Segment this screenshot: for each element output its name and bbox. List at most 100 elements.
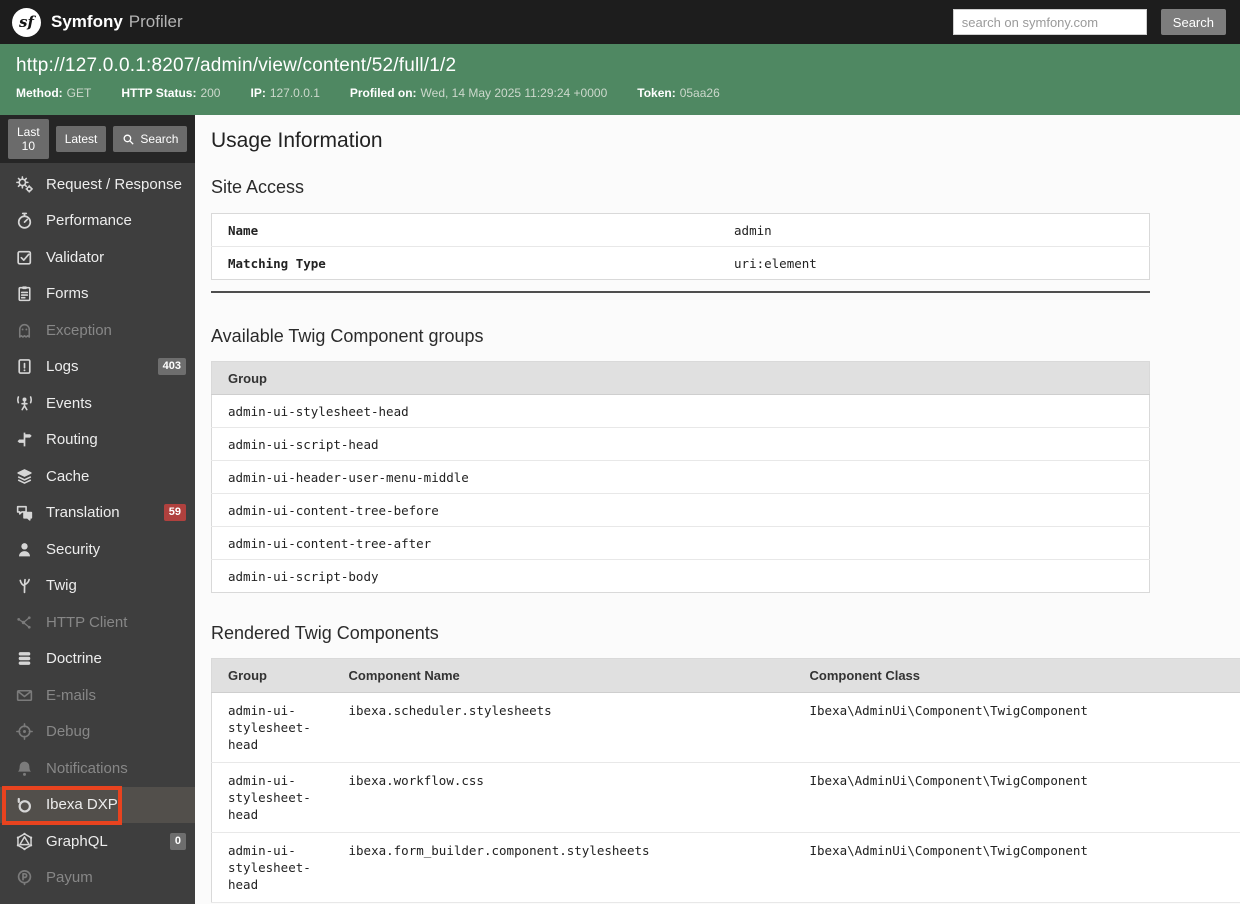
gears-icon — [13, 174, 35, 194]
table-row: admin-ui-script-body — [228, 568, 379, 584]
search-button[interactable]: Search — [113, 126, 188, 152]
symfony-logo-icon: sf — [12, 7, 41, 37]
logs-count-badge: 403 — [157, 358, 186, 376]
signpost-icon — [13, 430, 35, 450]
top-header: sf Symfony Profiler Search — [0, 0, 1240, 44]
latest-button[interactable]: Latest — [55, 126, 107, 152]
cell-component-name: ibexa.scheduler.stylesheets — [332, 692, 794, 763]
column-header-group: Group — [211, 658, 333, 693]
last-10-button[interactable]: Last 10 — [8, 119, 49, 159]
sidebar-item-performance[interactable]: Performance — [0, 203, 195, 240]
meta-token: Token: 05aa26 — [637, 86, 720, 100]
bell-icon — [13, 758, 35, 778]
sidebar-item-twig[interactable]: Twig — [0, 568, 195, 605]
sidebar-item-payum: Payum — [0, 860, 195, 897]
table-row: Matching Type uri:element — [212, 247, 1150, 280]
cell-component-class: Ibexa\AdminUi\Component\TwigComponent — [793, 762, 1240, 833]
site-access-table: Name admin Matching Type uri:element — [211, 213, 1150, 280]
table-row: admin-ui-stylesheet-head — [211, 394, 1150, 428]
row-value: admin — [718, 213, 1150, 247]
column-header-component-class: Component Class — [793, 658, 1240, 693]
profile-status-bar: http://127.0.0.1:8207/admin/view/content… — [0, 44, 1240, 115]
broadcast-icon — [13, 393, 35, 413]
brand-suffix: Profiler — [128, 12, 183, 31]
profile-meta-row: Method: GET HTTP Status: 200 IP: 127.0.0.1 … — [16, 86, 1224, 100]
symfony-search-input[interactable] — [952, 9, 1147, 35]
sidebar-nav: Request / Response Performance Validator… — [0, 163, 195, 896]
sidebar-item-validator[interactable]: Validator — [0, 239, 195, 276]
clipboard-icon — [13, 284, 35, 304]
table-row: admin-ui-header-user-menu-middle — [211, 460, 1150, 494]
graphql-count-badge: 0 — [169, 832, 186, 850]
page-title: Usage Information — [211, 129, 383, 152]
component-groups-heading: Available Twig Component groups — [211, 326, 484, 346]
meta-http-status: HTTP Status: 200 — [121, 86, 221, 100]
symfony-search-button[interactable]: Search — [1160, 9, 1226, 35]
sidebar-item-cache[interactable]: Cache — [0, 458, 195, 495]
sidebar-item-forms[interactable]: Forms — [0, 276, 195, 313]
log-book-icon — [13, 357, 35, 377]
network-icon — [13, 612, 35, 632]
table-row: admin-ui-stylesheet-head ibexa.form_buil… — [211, 832, 1240, 903]
layers-icon — [13, 466, 35, 486]
column-header-group: Group — [211, 361, 1150, 395]
site-access-heading: Site Access — [211, 177, 305, 197]
plant-icon — [13, 576, 35, 596]
sidebar-item-exception: Exception — [0, 312, 195, 349]
cell-group: admin-ui-stylesheet-head — [211, 692, 333, 763]
table-row: admin-ui-stylesheet-head ibexa.scheduler… — [211, 692, 1240, 763]
table-row: admin-ui-script-head — [211, 427, 1150, 461]
symfony-logo-text: sf — [19, 13, 34, 31]
sidebar-item-security[interactable]: Security — [0, 531, 195, 568]
rendered-components-table: Group Component Name Component Class adm… — [211, 658, 1240, 903]
table-row: admin-ui-content-tree-before — [211, 493, 1150, 527]
sidebar-item-ibexa-dxp[interactable]: Ibexa DXP — [0, 785, 195, 825]
sidebar-item-doctrine[interactable]: Doctrine — [0, 641, 195, 678]
sidebar-item-request-response[interactable]: Request / Response — [0, 166, 195, 203]
ghost-icon — [13, 320, 35, 340]
meta-profiled-on: Profiled on: Wed, 14 May 2025 11:29:24 +0… — [349, 86, 608, 100]
cell-component-class: Ibexa\AdminUi\Component\TwigComponent — [793, 832, 1240, 903]
cell-component-name: ibexa.workflow.css — [332, 762, 794, 833]
table-row: Name admin — [211, 213, 1150, 247]
search-icon — [122, 133, 135, 146]
sidebar-item-events[interactable]: Events — [0, 385, 195, 422]
person-icon — [13, 539, 35, 559]
profiler-sidebar: Last 10 Latest Search Request / Response… — [0, 115, 195, 904]
rendered-components-heading: Rendered Twig Components — [211, 623, 439, 643]
sidebar-item-graphql[interactable]: GraphQL 0 — [0, 823, 195, 860]
row-key: Matching Type — [228, 255, 326, 271]
section-divider — [211, 291, 1150, 293]
sidebar-item-translation[interactable]: Translation 59 — [0, 495, 195, 532]
rendered-components-section: Rendered Twig Components Group Component… — [211, 623, 1240, 903]
stopwatch-icon — [13, 211, 35, 231]
sidebar-item-routing[interactable]: Routing — [0, 422, 195, 459]
profiled-url: http://127.0.0.1:8207/admin/view/content… — [16, 55, 457, 76]
circled-p-icon — [13, 868, 35, 888]
graphql-icon — [13, 831, 35, 851]
check-square-icon — [13, 247, 35, 267]
speech-bubbles-icon — [13, 503, 35, 523]
cell-component-class: Ibexa\AdminUi\Component\TwigComponent — [793, 692, 1240, 763]
site-access-section: Site Access Name admin Matching Type uri… — [211, 177, 1240, 293]
sidebar-item-notifications: Notifications — [0, 750, 195, 787]
brand-name: Symfony — [51, 12, 123, 31]
cell-group: admin-ui-stylesheet-head — [211, 762, 333, 833]
translation-count-badge: 59 — [163, 504, 186, 522]
sidebar-item-logs[interactable]: Logs 403 — [0, 349, 195, 386]
column-header-component-name: Component Name — [332, 658, 794, 693]
sidebar-item-emails: E-mails — [0, 677, 195, 714]
component-groups-section: Available Twig Component groups Group ad… — [211, 326, 1240, 593]
meta-ip: IP: 127.0.0.1 — [250, 86, 320, 100]
sidebar-item-http-client: HTTP Client — [0, 604, 195, 641]
panel-content: Usage Information Site Access Name admin… — [195, 115, 1240, 904]
ibexa-logo-icon — [13, 795, 35, 815]
sidebar-controls: Last 10 Latest Search — [0, 115, 195, 163]
cell-group: admin-ui-stylesheet-head — [211, 832, 333, 903]
row-value: uri:element — [734, 255, 817, 271]
row-key: Name — [211, 213, 719, 247]
table-row: admin-ui-content-tree-after — [211, 526, 1150, 560]
table-row: admin-ui-stylesheet-head ibexa.workflow.… — [211, 762, 1240, 833]
sidebar-item-debug: Debug — [0, 714, 195, 751]
component-groups-table: Group admin-ui-stylesheet-head admin-ui-… — [211, 361, 1150, 593]
